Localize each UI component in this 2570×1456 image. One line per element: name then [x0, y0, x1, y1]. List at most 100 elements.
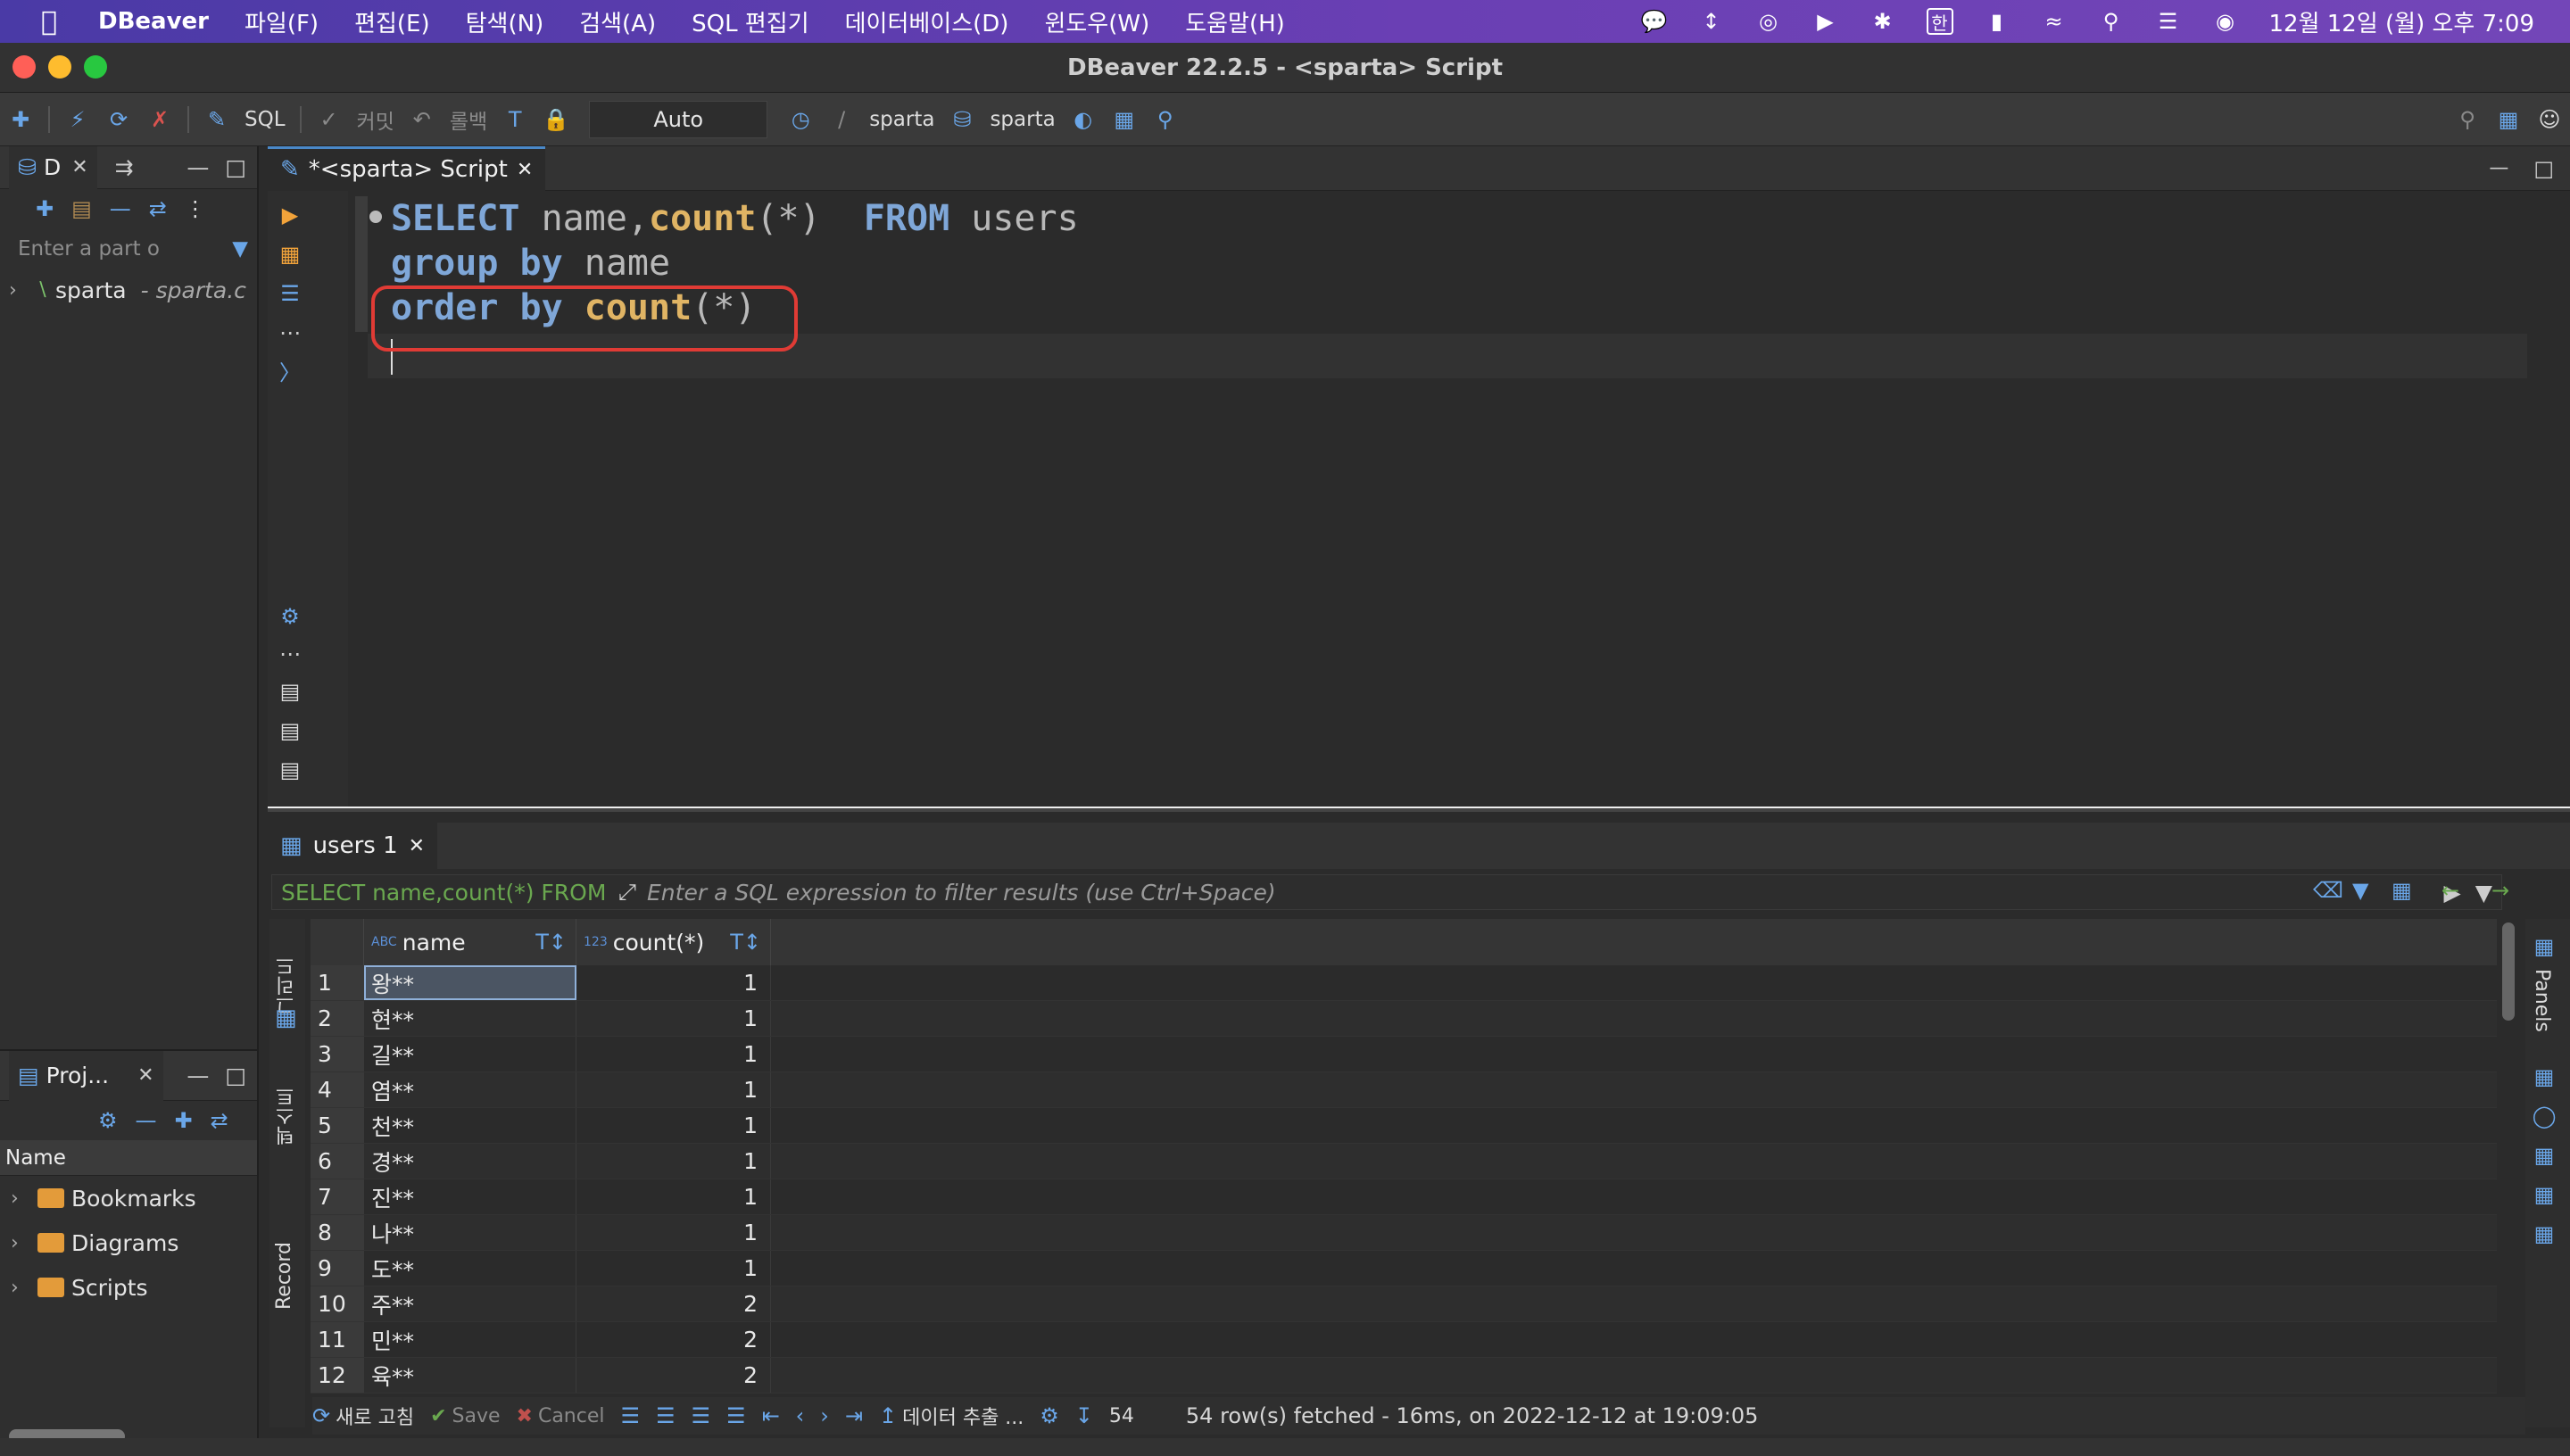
disconnect-icon[interactable]: ✗	[145, 104, 175, 135]
rollback-button[interactable]: 롤백	[450, 104, 487, 135]
results-filter-input[interactable]: Enter a SQL expression to filter results…	[647, 880, 1276, 906]
fold-marker-icon[interactable]	[369, 211, 382, 223]
window-maximize-button[interactable]	[84, 55, 107, 79]
cell-name[interactable]: 길**	[364, 1037, 576, 1071]
dashboard-icon[interactable]: ◐	[1068, 104, 1098, 135]
row-number[interactable]: 12	[311, 1358, 364, 1393]
close-icon[interactable]: ✕	[137, 1064, 153, 1087]
control-center-icon[interactable]: ☰	[2155, 8, 2182, 35]
view-menu-icon[interactable]: ⋮	[185, 196, 206, 221]
export-data-button[interactable]: ↥ 데이터 추출 ...	[879, 1402, 1024, 1430]
text-view-tab[interactable]: 텍스트	[273, 1067, 302, 1165]
value-viewer-icon[interactable]: ◯	[2531, 1103, 2558, 1129]
cell-count[interactable]: 1	[576, 1001, 771, 1036]
menu-file[interactable]: 파일(F)	[245, 5, 319, 38]
menu-search[interactable]: 검색(A)	[579, 5, 656, 38]
execute-script-icon[interactable]: ☰	[277, 280, 303, 307]
commit-button[interactable]: 커밋	[357, 104, 394, 135]
minimize-icon[interactable]: —	[187, 1063, 209, 1088]
copy-row-icon[interactable]: ☰	[692, 1403, 711, 1428]
window-minimize-button[interactable]	[48, 55, 71, 79]
add-row-icon[interactable]: ☰	[656, 1403, 676, 1428]
cell-count[interactable]: 2	[576, 1286, 771, 1321]
code-line-1[interactable]: SELECT name,count(*) FROM users	[391, 198, 1079, 239]
table-row[interactable]: 4 염** 1	[311, 1072, 2497, 1108]
cell-name[interactable]: 염**	[364, 1072, 576, 1107]
row-count-badge[interactable]: 54	[1109, 1405, 1134, 1427]
menu-sql-editor[interactable]: SQL 편집기	[692, 5, 808, 38]
editor-results-splitter[interactable]	[268, 807, 2570, 812]
global-search-icon[interactable]: ⚲	[2452, 104, 2483, 135]
panels-toggle-icon[interactable]: ▦	[2392, 878, 2412, 903]
add-icon[interactable]: ✚	[175, 1108, 193, 1133]
table-row[interactable]: 5 천** 1	[311, 1108, 2497, 1144]
table-row[interactable]: 3 길** 1	[311, 1037, 2497, 1072]
refresh-button[interactable]: ⟳ 새로 고침	[312, 1402, 414, 1430]
commit-icon[interactable]: ✓	[314, 104, 344, 135]
menu-window[interactable]: 윈도우(W)	[1044, 5, 1149, 38]
execute-new-tab-icon[interactable]: ▦	[277, 241, 303, 268]
collapse-all-icon[interactable]: —	[136, 1108, 157, 1133]
search-tool-icon[interactable]: ⚲	[1150, 104, 1181, 135]
cell-name[interactable]: 현**	[364, 1001, 576, 1036]
cell-count[interactable]: 2	[576, 1322, 771, 1357]
tab-database-navigator[interactable]: ⛁ D ✕	[9, 145, 97, 189]
maximize-icon[interactable]: □	[2533, 156, 2554, 181]
row-number[interactable]: 9	[311, 1251, 364, 1286]
execute-statement-icon[interactable]: ▶	[277, 202, 303, 228]
siri-icon[interactable]: ◉	[2212, 8, 2239, 35]
tab-sparta-script[interactable]: ✎ *<sparta> Script ✕	[268, 145, 546, 191]
last-page-icon[interactable]: ⇥	[845, 1403, 863, 1428]
cell-name[interactable]: 천**	[364, 1108, 576, 1143]
cell-count[interactable]: 1	[576, 1251, 771, 1286]
active-schema-selector[interactable]: sparta	[990, 108, 1055, 131]
calculator-icon[interactable]: ▦	[2531, 1142, 2558, 1169]
console-icon[interactable]: 〉	[277, 357, 303, 385]
active-datasource-selector[interactable]: sparta	[869, 108, 934, 131]
minimize-icon[interactable]: —	[2489, 157, 2508, 179]
more-icon[interactable]: ⋯	[277, 319, 303, 346]
chevron-right-icon[interactable]: ›	[9, 279, 36, 302]
perspective-icon[interactable]: ▦	[2493, 104, 2524, 135]
row-number[interactable]: 11	[311, 1322, 364, 1357]
table-row[interactable]: 2 현** 1	[311, 1001, 2497, 1037]
close-icon[interactable]: ✕	[71, 156, 87, 178]
settings-icon[interactable]: ⚙	[277, 603, 303, 630]
project-item-bookmarks[interactable]: › Bookmarks	[0, 1176, 257, 1220]
connect-icon[interactable]: ⚡	[62, 104, 93, 135]
column-filter-sort-icon[interactable]: T↕	[535, 930, 567, 955]
close-icon[interactable]: ✕	[517, 159, 533, 181]
menu-bar-clock[interactable]: 12월 12일 (월) 오후 7:09	[2269, 5, 2535, 38]
new-connection-icon[interactable]: ✚	[36, 196, 54, 221]
close-icon[interactable]: ✕	[409, 835, 425, 857]
references-icon[interactable]: ▦	[2531, 1220, 2558, 1247]
previous-page-icon[interactable]: ‹	[796, 1403, 805, 1428]
lock-icon[interactable]: 🔒	[541, 104, 571, 135]
bluetooth-icon[interactable]: ✱	[1869, 8, 1896, 35]
row-number[interactable]: 6	[311, 1144, 364, 1179]
sql-button[interactable]: SQL	[245, 108, 286, 131]
cell-name[interactable]: 진**	[364, 1179, 576, 1214]
maximize-icon[interactable]: □	[225, 154, 246, 180]
row-number[interactable]: 3	[311, 1037, 364, 1071]
row-number[interactable]: 2	[311, 1001, 364, 1036]
chevron-right-icon[interactable]: ›	[11, 1187, 37, 1210]
maximize-icon[interactable]: □	[225, 1063, 246, 1088]
panels-tab[interactable]: Panels	[2531, 969, 2553, 1032]
save-button[interactable]: ✔ Save	[430, 1405, 500, 1427]
history-icon[interactable]: ◷	[785, 104, 816, 135]
cell-name[interactable]: 육**	[364, 1358, 576, 1393]
user-avatar-icon[interactable]: ☺	[2534, 104, 2565, 135]
cancel-button[interactable]: ✖ Cancel	[517, 1405, 605, 1427]
menu-database[interactable]: 데이터베이스(D)	[845, 5, 1009, 38]
spotlight-search-icon[interactable]: ⚲	[2098, 8, 2125, 35]
collapse-all-icon[interactable]: —	[110, 196, 131, 221]
export-file-icon[interactable]: ▤	[277, 757, 303, 783]
tab-results-users-1[interactable]: ▦ users 1 ✕	[268, 823, 438, 869]
cell-count[interactable]: 2	[576, 1358, 771, 1393]
reconnect-icon[interactable]: ⟳	[104, 104, 134, 135]
cell-name[interactable]: 나**	[364, 1215, 576, 1250]
chat-icon[interactable]: 💬	[1641, 8, 1668, 35]
next-page-icon[interactable]: ›	[820, 1403, 829, 1428]
filter-history-icon[interactable]: ▼	[2475, 880, 2492, 906]
